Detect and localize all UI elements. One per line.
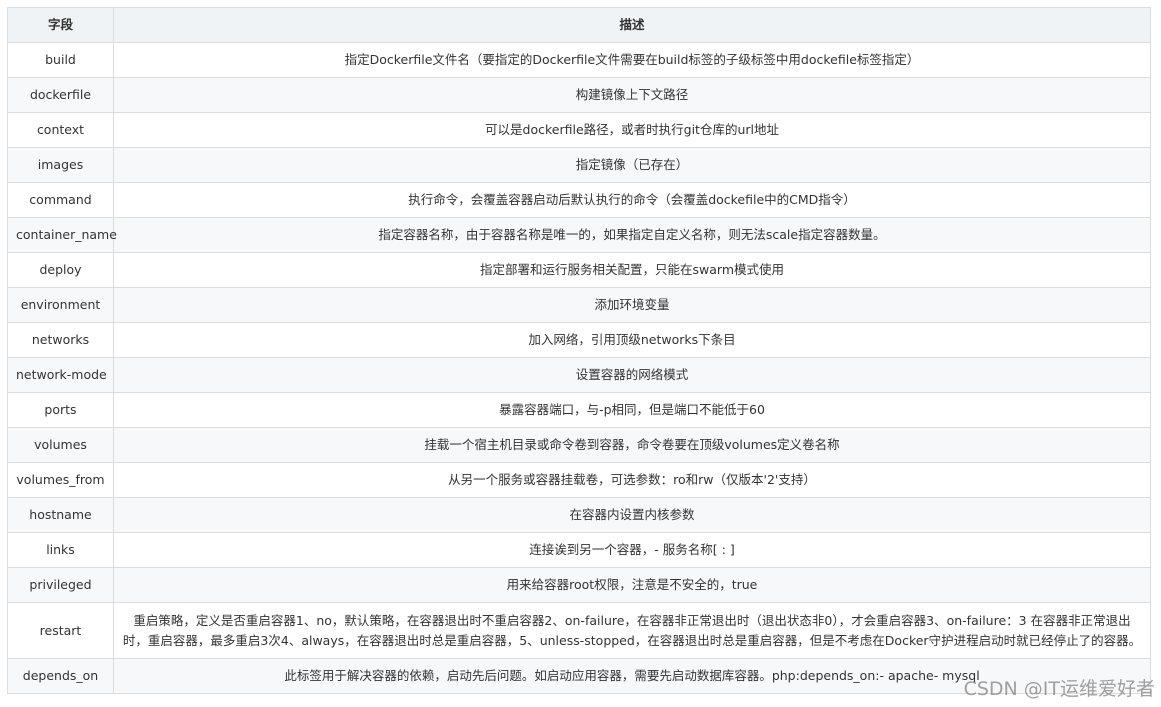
description-cell: 执行命令，会覆盖容器启动后默认执行的命令（会覆盖dockefile中的CMD指令… <box>113 182 1151 218</box>
field-cell: volumes_from <box>7 462 114 498</box>
field-cell: volumes <box>7 427 114 463</box>
table-row: privileged 用来给容器root权限，注意是不安全的，true <box>7 567 1151 603</box>
table-row: volumes 挂载一个宿主机目录或命令卷到容器，命令卷要在顶级volumes定… <box>7 427 1151 463</box>
field-cell: environment <box>7 287 114 323</box>
description-cell: 指定部署和运行服务相关配置，只能在swarm模式使用 <box>113 252 1151 288</box>
description-cell: 指定镜像（已存在） <box>113 147 1151 183</box>
description-cell: 指定Dockerfile文件名（要指定的Dockerfile文件需要在build… <box>113 42 1151 78</box>
description-cell: 指定容器名称，由于容器名称是唯一的，如果指定自定义名称，则无法scale指定容器… <box>113 217 1151 253</box>
field-cell: links <box>7 532 114 568</box>
description-cell: 构建镜像上下文路径 <box>113 77 1151 113</box>
field-cell: container_name <box>7 217 117 253</box>
description-cell: 暴露容器端口，与-p相同，但是端口不能低于60 <box>113 392 1151 428</box>
description-cell: 添加环境变量 <box>113 287 1151 323</box>
description-cell: 挂载一个宿主机目录或命令卷到容器，命令卷要在顶级volumes定义卷名称 <box>113 427 1151 463</box>
docker-compose-fields-table-wrapper: 字段 描述 build 指定Dockerfile文件名（要指定的Dockerfi… <box>7 7 1151 694</box>
table-row: hostname 在容器内设置内核参数 <box>7 497 1151 533</box>
description-cell: 连接诶到另一个容器，- 服务名称[ : ] <box>113 532 1151 568</box>
table-row: ports 暴露容器端口，与-p相同，但是端口不能低于60 <box>7 392 1151 428</box>
header-row: 字段 描述 <box>7 7 1151 43</box>
field-cell: dockerfile <box>7 77 114 113</box>
table-row: links 连接诶到另一个容器，- 服务名称[ : ] <box>7 532 1151 568</box>
table-body: build 指定Dockerfile文件名（要指定的Dockerfile文件需要… <box>7 42 1151 694</box>
description-cell: 重启策略，定义是否重启容器1、no，默认策略，在容器退出时不重启容器2、on-f… <box>113 602 1151 659</box>
table-row: dockerfile 构建镜像上下文路径 <box>7 77 1151 113</box>
field-cell: networks <box>7 322 114 358</box>
table-row: command 执行命令，会覆盖容器启动后默认执行的命令（会覆盖dockefil… <box>7 182 1151 218</box>
header-description: 描述 <box>113 7 1151 43</box>
table-row: build 指定Dockerfile文件名（要指定的Dockerfile文件需要… <box>7 42 1151 78</box>
field-cell: deploy <box>7 252 114 288</box>
field-cell: restart <box>7 602 114 659</box>
description-cell: 从另一个服务或容器挂载卷，可选参数：ro和rw（仅版本'2'支持） <box>113 462 1151 498</box>
field-cell: privileged <box>7 567 114 603</box>
table-header: 字段 描述 <box>7 7 1151 43</box>
field-cell: ports <box>7 392 114 428</box>
docker-compose-fields-table: 字段 描述 build 指定Dockerfile文件名（要指定的Dockerfi… <box>7 7 1151 694</box>
field-cell: hostname <box>7 497 114 533</box>
header-field: 字段 <box>7 7 114 43</box>
description-cell: 用来给容器root权限，注意是不安全的，true <box>113 567 1151 603</box>
table-row: deploy 指定部署和运行服务相关配置，只能在swarm模式使用 <box>7 252 1151 288</box>
table-row: volumes_from 从另一个服务或容器挂载卷，可选参数：ro和rw（仅版本… <box>7 462 1151 498</box>
table-row: context 可以是dockerfile路径，或者时执行git仓库的url地址 <box>7 112 1151 148</box>
table-row: network-mode 设置容器的网络模式 <box>7 357 1151 393</box>
description-cell: 设置容器的网络模式 <box>113 357 1151 393</box>
table-row: restart 重启策略，定义是否重启容器1、no，默认策略，在容器退出时不重启… <box>7 602 1151 659</box>
field-cell: depends_on <box>7 658 114 694</box>
field-cell: images <box>7 147 114 183</box>
field-cell: context <box>7 112 114 148</box>
table-row: networks 加入网络，引用顶级networks下条目 <box>7 322 1151 358</box>
table-row: images 指定镜像（已存在） <box>7 147 1151 183</box>
field-cell: command <box>7 182 114 218</box>
table-row: environment 添加环境变量 <box>7 287 1151 323</box>
field-cell: network-mode <box>7 357 114 393</box>
table-row: container_name 指定容器名称，由于容器名称是唯一的，如果指定自定义… <box>7 217 1151 253</box>
description-cell: 可以是dockerfile路径，或者时执行git仓库的url地址 <box>113 112 1151 148</box>
description-cell: 在容器内设置内核参数 <box>113 497 1151 533</box>
description-cell: 加入网络，引用顶级networks下条目 <box>113 322 1151 358</box>
csdn-watermark: CSDN @IT运维爱好者 <box>963 678 1155 700</box>
field-cell: build <box>7 42 114 78</box>
